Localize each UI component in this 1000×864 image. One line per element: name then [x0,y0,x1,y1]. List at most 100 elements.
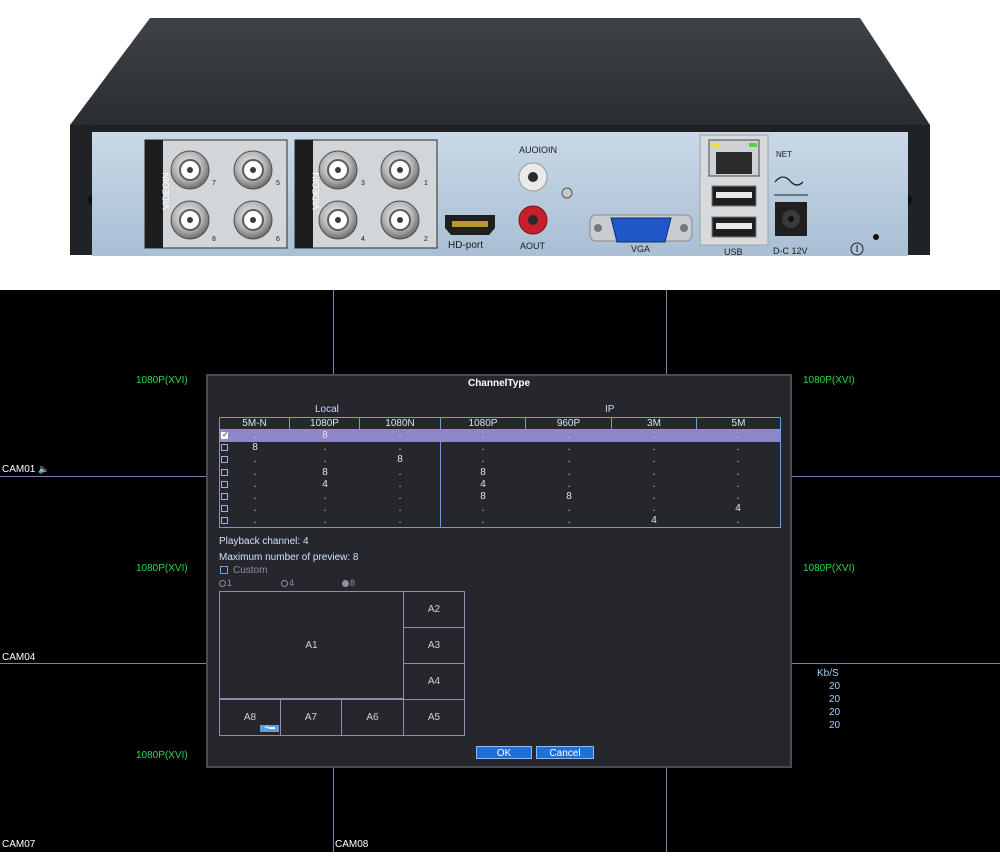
table-cell: . [567,454,571,466]
layout-pane-a8[interactable]: A8 ➔▬ [219,699,281,736]
custom-label: Custom [233,565,268,576]
table-row[interactable]: ..... 4. [220,515,780,527]
table-cell: . [652,454,656,466]
table-cell: . [323,503,327,515]
cancel-button[interactable]: Cancel [536,746,594,759]
table-cell: . [253,491,257,502]
table-cell: . [253,478,257,490]
table-cell: 8 [397,454,403,466]
table-cell: . [323,454,327,466]
table-cell: . [481,503,485,515]
layout-pane-a3[interactable]: A3 [403,627,465,664]
radio-layout-8[interactable]: 8 [342,578,355,588]
table-cell: 4 [651,515,657,527]
resolution-label: 1080P(XVI) [136,563,188,574]
layout-pane-a5[interactable]: A5 [403,699,465,736]
table-row[interactable]: . 8. 8... [220,467,780,479]
bnc-number-label: 2 [424,236,428,243]
table-cell: . [567,466,571,478]
table-row[interactable]: . 4. 4... [220,479,780,491]
table-cell: . [567,442,571,454]
table-cell: . [567,515,571,527]
custom-checkbox[interactable] [220,566,228,574]
audio-muted-icon: 🔈 [38,464,50,474]
table-cell: . [398,442,402,454]
radio-label: 4 [289,578,295,588]
table-cell: 8 [322,466,328,478]
bitrate-value: 20 [829,681,841,692]
hd-port-label: HD-port [448,240,484,251]
table-cell: . [253,466,257,478]
row-checkbox[interactable] [221,480,228,488]
bitrate-value: 20 [829,694,841,705]
bitrate-value: 20 [829,707,841,718]
table-cell: . [652,503,656,515]
resolution-label: 1080P(XVI) [136,750,188,761]
table-cell: . [253,454,257,466]
table-cell: 4 [480,478,486,490]
resolution-label: 1080P(XVI) [803,563,855,574]
layout-pane-a1[interactable]: A1 [219,591,404,699]
layout-pane-a7[interactable]: A7 [280,699,342,736]
table-cell: . [652,430,656,441]
bitrate-value: 20 [829,720,841,731]
table-cell: . [567,430,571,441]
radio-label: 8 [350,578,356,588]
table-cell: . [567,478,571,490]
layout-pane-a6[interactable]: A6 [341,699,404,736]
swap-icon[interactable]: ➔▬ [260,725,279,732]
vga-label: VGA [631,244,651,254]
layout-pane-a4[interactable]: A4 [403,663,465,700]
row-checkbox[interactable] [221,468,228,476]
table-cell: . [481,515,485,527]
bitrate-header: Kb/S [817,668,839,679]
table-cell: . [736,478,740,490]
table-cell: . [323,442,327,454]
dialog-title: ChannelType [467,378,531,389]
radio-dot [342,580,349,587]
table-cell: . [652,491,656,502]
table-cell: . [736,515,740,527]
table-row[interactable]: .. 8.... [220,454,780,466]
row-checkbox[interactable] [221,444,228,452]
table-cell: . [481,430,485,441]
bnc-number-label: 1 [424,180,428,187]
column-header: 5M-N [220,418,290,429]
row-checkbox[interactable] [221,456,228,464]
table-header-row: 5M-N 1080P 1080N 1080P 960P 3M 5M [220,418,780,430]
audio-out-label: AOUT [520,241,546,251]
radio-label: 1 [227,578,233,588]
max-preview-text: Maximum number of preview: 8 [219,552,359,563]
preview-layout-grid: A1 A2 A3 A4 A5 A6 A7 A8 ➔▬ [219,591,465,736]
radio-layout-4[interactable]: 4 [281,578,294,588]
table-row[interactable]: ... 8 8.. [220,491,780,503]
table-cell: 8 [480,491,486,502]
column-header: 5M [731,418,746,429]
table-cell: . [567,503,571,515]
table-cell: . [398,515,402,527]
camera-label: CAM07 [2,839,36,850]
table-row[interactable]: ...... 4 [220,503,780,515]
layout-pane-a2[interactable]: A2 [403,591,465,628]
row-checkbox[interactable] [221,505,228,513]
table-cell: . [398,503,402,515]
power-label: D-C 12V [773,246,808,256]
table-cell: 8 [252,442,258,454]
radio-layout-1[interactable]: 1 [219,578,232,588]
table-cell: . [652,442,656,454]
table-cell: 8 [480,466,486,478]
table-cell: 4 [735,503,741,515]
dvr-product-photo: VIDEOIN VIDEOIN 7 5 8 6 3 1 4 2 AUOIOIN … [0,0,1000,270]
channel-type-dialog: ChannelType Local IP 5M-N 1080P 1080N 10… [206,374,792,768]
net-label: NET [776,150,792,159]
table-row[interactable]: 8...... [220,442,780,454]
table-cell: . [481,454,485,466]
row-checkbox[interactable] [221,430,229,439]
radio-dot [281,580,288,587]
group-local-label: Local [315,404,339,415]
row-checkbox[interactable] [221,517,228,525]
row-checkbox[interactable] [221,493,228,500]
dvr-monitor-screen: 1080P(XVI) 1080P(XVI) 1080P(XVI) 1080P(X… [0,290,1000,852]
table-row[interactable]: . 8..... [220,430,780,442]
ok-button[interactable]: OK [476,746,532,759]
